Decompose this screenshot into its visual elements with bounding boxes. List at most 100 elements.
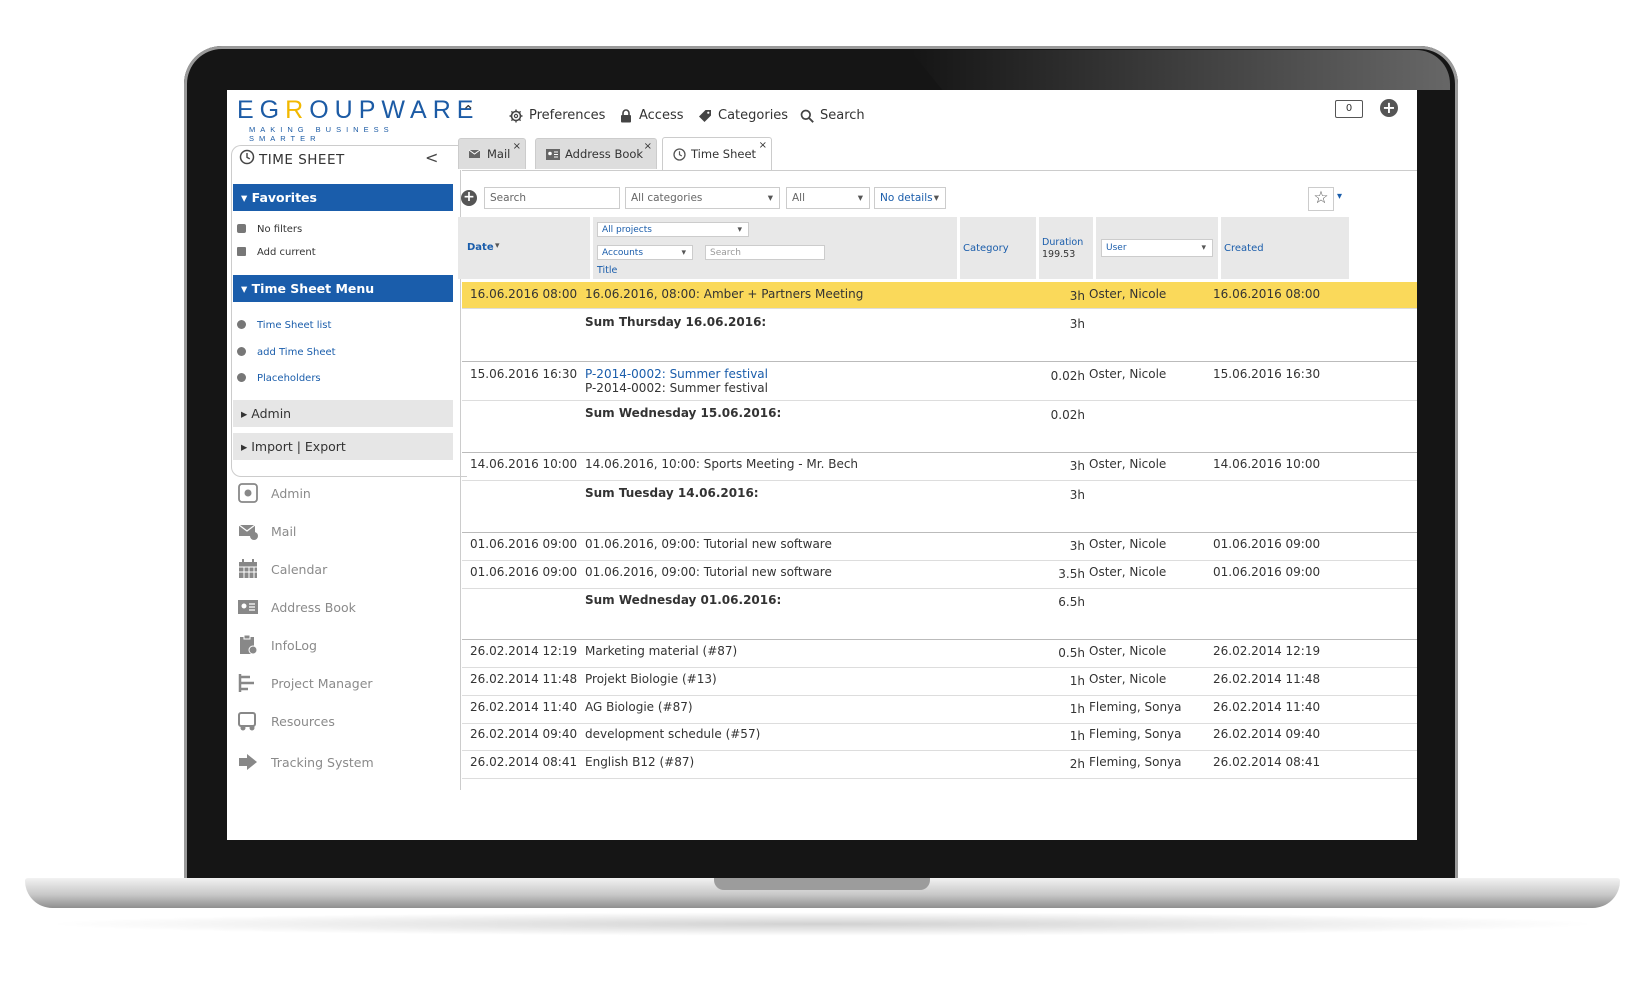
column-date-header[interactable]: Date ▾ xyxy=(458,217,590,279)
duration-total: 199.53 xyxy=(1042,249,1076,260)
access-label: Access xyxy=(639,108,684,123)
column-created-header[interactable]: Created xyxy=(1221,217,1349,279)
app-projectmanager[interactable]: Project Manager xyxy=(237,672,373,694)
resources-icon xyxy=(238,712,256,731)
title-search-input[interactable]: Search xyxy=(705,245,825,260)
column-title-header: All projects Accounts Search Title xyxy=(593,217,957,279)
search-link[interactable]: Search xyxy=(800,108,865,123)
app-calendar[interactable]: Calendar xyxy=(237,558,327,580)
details-select[interactable]: No details xyxy=(874,187,946,209)
table-row[interactable]: 16.06.2016 08:00 16.06.2016, 08:00: Amber… xyxy=(462,282,1417,308)
categories-link[interactable]: Categories xyxy=(698,108,788,123)
close-icon[interactable]: × xyxy=(644,141,652,152)
app-addressbook[interactable]: Address Book xyxy=(237,596,356,618)
favorites-label: Favorites xyxy=(251,190,317,205)
collapse-sidebar-icon[interactable]: < xyxy=(425,148,438,167)
projects-filter[interactable]: All projects xyxy=(597,222,749,237)
sum-label: Sum Wednesday 01.06.2016: xyxy=(585,593,782,607)
star-icon[interactable]: ☆ xyxy=(1308,187,1334,211)
preferences-link[interactable]: Preferences xyxy=(509,108,605,123)
app-mail[interactable]: Mail xyxy=(237,520,296,542)
timesheet-menu-header[interactable]: ▾ Time Sheet Menu xyxy=(233,275,453,302)
table-row[interactable]: 15.06.2016 16:30 P-2014-0002: Summer fest… xyxy=(462,362,1417,400)
table-row[interactable]: 26.02.2014 08:41 English B12 (#87) 2h Flemi… xyxy=(462,750,1417,778)
cell-date: 14.06.2016 10:00 xyxy=(470,457,578,471)
cell-duration: 0.02h xyxy=(1050,408,1085,422)
tab-mail[interactable]: Mail × xyxy=(458,138,526,169)
table-row[interactable]: 01.06.2016 09:00 01.06.2016, 09:00: Tutor… xyxy=(462,560,1417,588)
column-title-label[interactable]: Title xyxy=(597,265,617,276)
category-select[interactable]: All categories xyxy=(625,187,780,209)
cell-created: 14.06.2016 10:00 xyxy=(1213,457,1321,471)
column-category-header[interactable]: Category xyxy=(960,217,1036,279)
notification-counter[interactable]: 0 xyxy=(1335,100,1363,118)
bullet-icon xyxy=(237,320,246,329)
app-admin[interactable]: Admin xyxy=(237,482,311,504)
cell-duration: 1h xyxy=(1069,729,1085,743)
cell-date: 26.02.2014 08:41 xyxy=(470,755,578,769)
chevron-up-icon[interactable]: ⌃ xyxy=(462,102,475,120)
lock-icon xyxy=(621,108,631,122)
tab-addressbook-label: Address Book xyxy=(565,147,644,161)
cell-duration: 3h xyxy=(1069,488,1085,502)
tab-divider xyxy=(462,170,1417,171)
app-resources[interactable]: Resources xyxy=(237,710,335,732)
cell-title-secondary: P-2014-0002: Summer festival xyxy=(585,381,768,395)
menu-add-timesheet[interactable]: add Time Sheet xyxy=(257,347,336,358)
lid-glare xyxy=(910,50,1450,90)
table-row[interactable]: 01.06.2016 09:00 01.06.2016, 09:00: Tutor… xyxy=(462,532,1417,560)
accounts-filter[interactable]: Accounts xyxy=(597,245,693,260)
status-select[interactable]: All xyxy=(786,187,870,209)
admin-fold-label: Admin xyxy=(251,406,292,421)
app-mail-label: Mail xyxy=(271,523,297,539)
app-tracker[interactable]: Tracking System xyxy=(237,751,374,773)
add-timesheet-icon[interactable]: + xyxy=(461,190,477,206)
search-input[interactable]: Search xyxy=(484,187,620,209)
cell-date: 01.06.2016 09:00 xyxy=(470,537,578,551)
app-admin-label: Admin xyxy=(271,485,311,501)
table-row[interactable]: 26.02.2014 11:40 AG Biologie (#87) 1h Flemi… xyxy=(462,695,1417,723)
categories-label: Categories xyxy=(718,108,789,123)
favorite-add-current[interactable]: Add current xyxy=(257,247,316,258)
column-user-header: User xyxy=(1096,217,1218,279)
mail-icon xyxy=(238,524,258,540)
table-row[interactable]: 26.02.2014 09:40 development schedule (#5… xyxy=(462,722,1417,750)
addressbook-icon xyxy=(546,148,560,160)
cell-title: P-2014-0002: Summer festival xyxy=(585,367,768,381)
column-duration-header[interactable]: Duration 199.53 xyxy=(1039,217,1093,279)
cell-date: 26.02.2014 09:40 xyxy=(470,727,578,741)
close-icon[interactable]: × xyxy=(759,140,767,151)
menu-placeholders[interactable]: Placeholders xyxy=(257,373,321,384)
table-row[interactable]: 26.02.2014 11:48 Projekt Biologie (#13) 1h… xyxy=(462,667,1417,695)
bookmark-icon xyxy=(237,247,246,256)
egroupware-logo[interactable]: EGROUPWARE MAKING BUSINESS SMARTER xyxy=(237,96,473,143)
cell-date: 15.06.2016 16:30 xyxy=(470,367,578,381)
cell-duration: 0.02h xyxy=(1050,369,1085,383)
access-link[interactable]: Access xyxy=(619,108,684,123)
cell-duration: 3h xyxy=(1069,539,1085,553)
table-row[interactable]: 26.02.2014 12:19 Marketing material (#87)… xyxy=(462,639,1417,667)
tab-timesheet[interactable]: Time Sheet × xyxy=(662,137,772,170)
favorites-header[interactable]: ▾ Favorites xyxy=(233,184,453,211)
cell-created: 26.02.2014 11:48 xyxy=(1213,672,1321,686)
import-export-fold[interactable]: ▸ Import | Export xyxy=(233,433,453,460)
tab-addressbook[interactable]: Address Book × xyxy=(535,138,657,169)
table-row[interactable]: 14.06.2016 10:00 14.06.2016, 10:00: Sport… xyxy=(462,452,1417,480)
user-filter[interactable]: User xyxy=(1101,239,1213,257)
menu-timesheet-list[interactable]: Time Sheet list xyxy=(257,320,331,331)
favorites-dropdown-icon[interactable]: ▾ xyxy=(1337,191,1342,202)
sum-row: Sum Thursday 16.06.2016: 3h xyxy=(462,309,1417,361)
app-addressbook-label: Address Book xyxy=(271,599,356,615)
app-infolog[interactable]: InfoLog xyxy=(237,634,317,656)
close-icon[interactable]: × xyxy=(513,141,521,152)
favorite-no-filters[interactable]: No filters xyxy=(257,224,302,235)
logo-text-accent: R xyxy=(285,96,310,124)
cell-created: 26.02.2014 11:40 xyxy=(1213,700,1321,714)
add-icon[interactable]: + xyxy=(1380,99,1398,117)
cell-duration: 3h xyxy=(1069,289,1085,303)
app-screen: EGROUPWARE MAKING BUSINESS SMARTER ⌃ Pre… xyxy=(227,90,1417,840)
tab-timesheet-label: Time Sheet xyxy=(691,147,757,161)
cell-created: 01.06.2016 09:00 xyxy=(1213,537,1321,551)
cell-created: 15.06.2016 16:30 xyxy=(1213,367,1321,381)
admin-fold[interactable]: ▸ Admin xyxy=(233,400,453,427)
